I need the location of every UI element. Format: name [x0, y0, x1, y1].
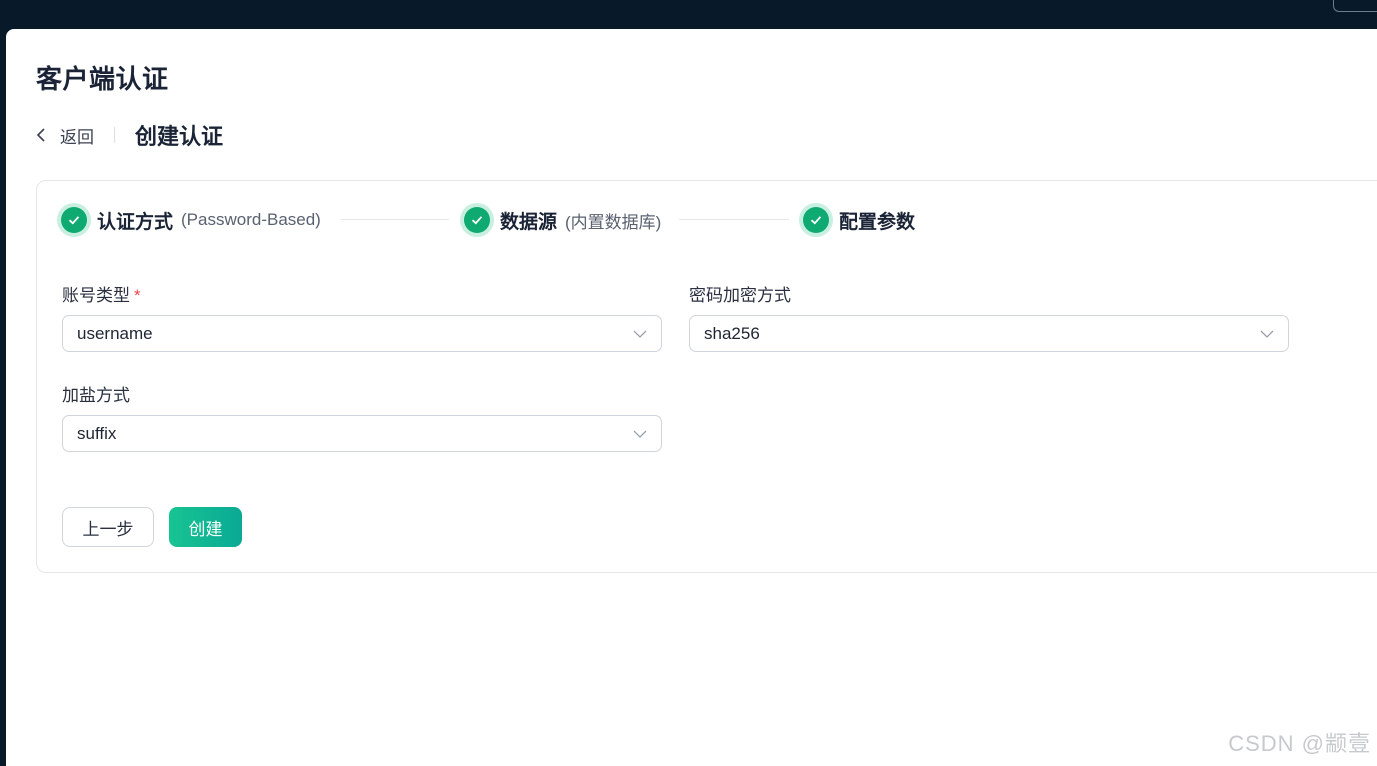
main-content: 客户端认证 返回 创建认证 认证方式 (Password-Based) 数据源 …: [6, 29, 1377, 766]
check-circle-icon: [803, 207, 829, 233]
account-type-label: 账号类型 *: [62, 281, 141, 306]
step-label: 配置参数: [839, 211, 916, 233]
page-title: 客户端认证: [36, 64, 169, 94]
password-hash-select[interactable]: sha256: [689, 315, 1289, 352]
step-sublabel: (内置数据库): [565, 212, 662, 232]
password-hash-value: sha256: [704, 323, 760, 343]
check-circle-icon: [61, 207, 87, 233]
create-auth-card: 认证方式 (Password-Based) 数据源 (内置数据库) 配置参数 账…: [36, 180, 1377, 573]
breadcrumb: 返回 创建认证: [36, 121, 223, 149]
step-connector: [341, 219, 449, 220]
topbar-corner-button[interactable]: [1333, 0, 1377, 12]
chevron-down-icon: [1260, 330, 1274, 338]
account-type-label-text: 账号类型: [62, 286, 130, 305]
page-subtitle: 创建认证: [135, 124, 224, 149]
salt-position-value: suffix: [77, 423, 117, 443]
prev-step-button[interactable]: 上一步: [62, 507, 154, 547]
chevron-down-icon: [633, 430, 647, 438]
check-circle-icon: [464, 207, 490, 233]
step-sublabel: (Password-Based): [181, 210, 321, 229]
password-hash-label: 密码加密方式: [689, 286, 791, 305]
step-label: 认证方式: [97, 211, 174, 233]
create-button[interactable]: 创建: [169, 507, 242, 547]
required-mark: *: [134, 286, 141, 305]
step-label: 数据源: [500, 211, 558, 233]
account-type-select[interactable]: username: [62, 315, 662, 352]
step-auth-method: 认证方式 (Password-Based): [57, 203, 321, 237]
account-type-value: username: [77, 323, 153, 343]
step-config-params: 配置参数: [799, 203, 915, 237]
salt-position-select[interactable]: suffix: [62, 415, 662, 452]
back-button[interactable]: 返回: [36, 123, 94, 148]
chevron-down-icon: [633, 330, 647, 338]
watermark: CSDN @颛壹: [1228, 731, 1371, 756]
step-connector: [679, 219, 789, 220]
chevron-left-icon: [36, 128, 45, 142]
back-label: 返回: [60, 127, 94, 147]
breadcrumb-divider: [114, 127, 115, 143]
top-bar: [0, 0, 1377, 30]
salt-position-label: 加盐方式: [62, 386, 130, 405]
step-data-source: 数据源 (内置数据库): [460, 203, 661, 237]
